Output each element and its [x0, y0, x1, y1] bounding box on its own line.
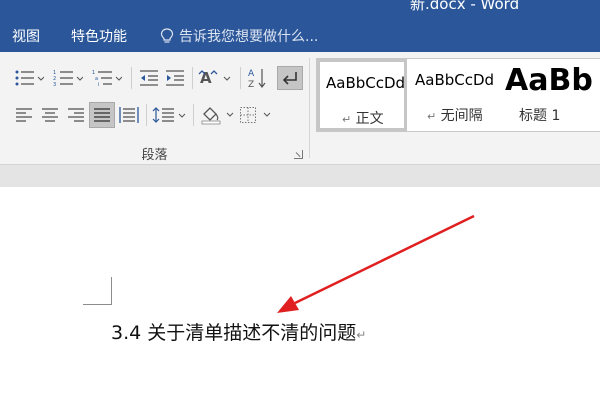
sort-button[interactable]: A Z [246, 66, 270, 90]
ribbon-divider [240, 67, 241, 89]
borders-button[interactable] [238, 103, 274, 127]
align-left-icon [16, 108, 32, 122]
align-left-button[interactable] [12, 103, 36, 127]
svg-text:A: A [248, 69, 255, 79]
numbering-icon: 1 2 3 [53, 70, 83, 87]
style-name: ↵ 正文 [342, 111, 384, 127]
tell-me-box[interactable]: 告诉我您想要做什么... [160, 26, 318, 46]
ribbon-divider [193, 104, 194, 126]
bullets-button[interactable] [12, 66, 46, 90]
shading-icon [201, 107, 234, 125]
style-no-spacing[interactable]: AaBbCcDd ↵ 无间隔 [409, 59, 499, 131]
paragraph-dialog-launcher-icon[interactable] [294, 150, 303, 159]
styles-gallery: AaBbCcDd ↵ 正文 AaBbCcDd ↵ 无间隔 AaBb 标题 1 [316, 58, 600, 132]
svg-text:Z: Z [248, 80, 254, 89]
style-sample: AaBbCcDd [415, 71, 495, 89]
ribbon-group-divider [309, 58, 310, 158]
style-name: ↵ 无间隔 [427, 108, 483, 124]
decrease-indent-button[interactable] [137, 66, 161, 90]
lightbulb-icon [160, 28, 174, 43]
paragraph-mark: ↵ [356, 328, 367, 342]
sort-icon: A Z [248, 69, 266, 89]
margin-corner-mark [83, 304, 112, 305]
ribbon-divider [131, 67, 132, 89]
borders-icon [240, 107, 271, 123]
multilevel-list-icon: 1 a i [92, 70, 122, 87]
decrease-indent-icon [140, 70, 158, 86]
chinese-layout-button[interactable]: A [197, 66, 233, 90]
style-heading-1[interactable]: AaBb 标题 1 [501, 59, 600, 131]
shading-button[interactable] [199, 103, 235, 127]
tell-me-text: 告诉我您想要做什么... [179, 29, 319, 45]
document-heading[interactable]: 3.4 关于清单描述不清的问题↵ [111, 318, 366, 345]
line-spacing-button[interactable] [151, 103, 187, 127]
align-right-icon [68, 108, 84, 122]
distributed-icon [119, 107, 139, 123]
show-marks-button[interactable] [277, 66, 303, 90]
heading-text: 3.4 关于清单描述不清的问题 [111, 322, 357, 344]
align-center-icon [42, 108, 58, 122]
margin-corner-mark [111, 277, 112, 304]
align-center-button[interactable] [38, 103, 62, 127]
justify-icon [94, 108, 110, 122]
multilevel-list-button[interactable]: 1 a i [90, 66, 124, 90]
style-normal[interactable]: AaBbCcDd ↵ 正文 [317, 59, 407, 131]
svg-text:3: 3 [53, 82, 56, 87]
justify-button[interactable] [89, 102, 115, 128]
tab-features[interactable]: 特色功能 [71, 26, 127, 46]
ribbon-collapse-strip [0, 164, 600, 187]
svg-text:i: i [98, 82, 99, 87]
style-sample: AaBbCcDd [326, 74, 406, 92]
ribbon-divider [146, 104, 147, 126]
ribbon-divider [192, 67, 193, 89]
increase-indent-icon [166, 70, 184, 86]
style-sample: AaBb [505, 63, 593, 98]
style-name: 标题 1 [519, 108, 561, 124]
document-page[interactable] [0, 187, 600, 400]
distributed-button[interactable] [117, 103, 141, 127]
show-marks-icon [282, 72, 297, 85]
window-title: 新.docx - Word [410, 0, 520, 13]
numbering-button[interactable]: 1 2 3 [51, 66, 85, 90]
paragraph-group-label: 段落 [141, 148, 168, 163]
increase-indent-button[interactable] [163, 66, 187, 90]
title-bar: 新.docx - Word 视图 特色功能 告诉我您想要做什么... [0, 0, 600, 52]
bullets-icon [15, 70, 44, 86]
chinese-layout-icon: A [198, 69, 231, 87]
line-spacing-icon [152, 107, 186, 123]
align-right-button[interactable] [64, 103, 88, 127]
tab-view[interactable]: 视图 [12, 26, 40, 46]
